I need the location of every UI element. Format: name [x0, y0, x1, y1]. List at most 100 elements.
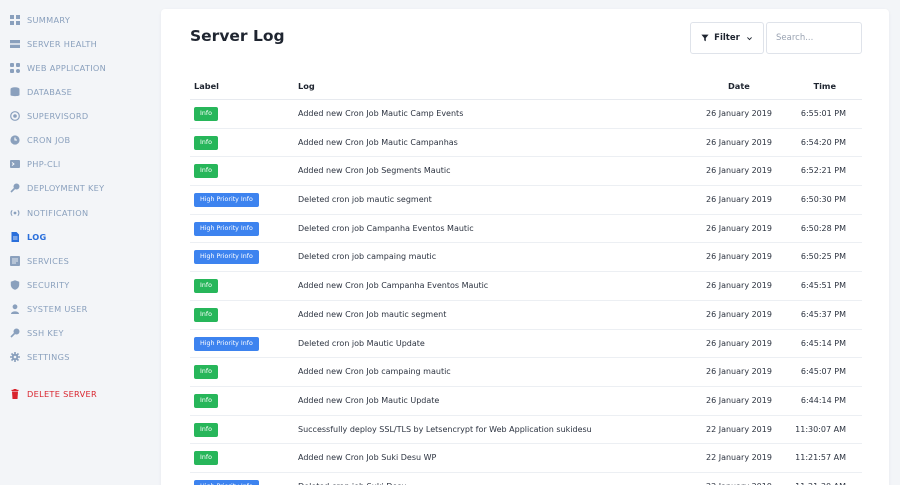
file-icon [10, 232, 20, 242]
filter-button[interactable]: Filter [690, 22, 764, 54]
sidebar-item-notification[interactable]: NOTIFICATION [10, 204, 88, 222]
target-icon [10, 111, 20, 121]
table-row[interactable]: High Priority Info Deleted cron job Campa… [190, 215, 862, 244]
table-row[interactable]: Info Added new Cron Job Mautic Camp Event… [190, 100, 862, 129]
sidebar-item-web-application[interactable]: WEB APPLICATION [10, 59, 106, 77]
status-badge: Info [194, 107, 218, 121]
column-header-label: Label [194, 81, 219, 91]
log-message: Added new Cron Job Mautic Campanhas [298, 137, 458, 147]
sidebar-item-settings[interactable]: SETTINGS [10, 348, 70, 366]
sidebar-item-label: SSH KEY [27, 328, 64, 338]
log-table: Label Log Date Time Info Added new Cron J… [190, 71, 862, 485]
table-row[interactable]: Info Added new Cron Job Mautic Campanhas 2… [190, 129, 862, 158]
log-time: 6:50:25 PM [800, 252, 846, 262]
table-row[interactable]: High Priority InfoDeleted cron job Suki … [190, 473, 862, 485]
table-row[interactable]: Info Successfully deploy SSL/TLS by Letse… [190, 416, 862, 445]
log-message: Added new Cron Job mautic segment [298, 309, 447, 319]
user-icon [10, 304, 20, 314]
sidebar-item-php-cli[interactable]: PHP-CLI [10, 155, 61, 173]
log-time: 6:45:07 PM [800, 367, 846, 377]
log-message: Added new Cron Job campaing mautic [298, 367, 451, 377]
log-message: Deleted cron job mautic segment [298, 195, 432, 205]
log-date: 26 January 2019 [706, 338, 772, 348]
column-header-date: Date [728, 81, 750, 91]
log-date: 26 January 2019 [706, 309, 772, 319]
sidebar-item-server-health[interactable]: SERVER HEALTH [10, 35, 97, 53]
status-badge: High Priority Info [194, 336, 259, 351]
sidebar-item-services[interactable]: SERVICES [10, 252, 69, 270]
table-body: Info Added new Cron Job Mautic Camp Event… [190, 100, 862, 485]
table-row[interactable]: Info Added new Cron Job Suki Desu WP 22 Ja… [190, 444, 862, 473]
log-message: Added new Cron Job Suki Desu WP [298, 453, 437, 463]
status-badge: Info [194, 451, 218, 466]
log-message: Added new Cron Job Mautic Update [298, 395, 440, 405]
log-message: Deleted cron job Campanha Eventos Mautic [298, 223, 474, 233]
table-header: Label Log Date Time [190, 71, 862, 100]
sidebar-item-label: SYSTEM USER [27, 304, 88, 314]
search-input[interactable] [766, 22, 862, 54]
log-time: 6:52:21 PM [800, 166, 846, 176]
log-message: Added new Cron Job Mautic Camp Events [298, 109, 464, 118]
table-row[interactable]: High Priority Info Deleted cron job Mauti… [190, 330, 862, 359]
log-message: Added new Cron Job Segments Mautic [298, 166, 451, 176]
status-badge: Info [194, 393, 218, 408]
table-row[interactable]: Info Added new Cron Job mautic segment 26 … [190, 301, 862, 330]
status-badge: Info [194, 279, 218, 294]
log-date: 26 January 2019 [706, 367, 772, 377]
status-badge: Info [194, 307, 218, 322]
log-time: 6:45:37 PM [800, 309, 846, 319]
sidebar-item-summary[interactable]: SUMMARY [10, 11, 70, 29]
sidebar-item-label: SERVER HEALTH [27, 39, 98, 49]
sidebar-item-label: SUMMARY [27, 15, 71, 25]
sidebar-item-label: CRON JOB [27, 135, 71, 145]
apps-icon [10, 63, 20, 73]
sidebar-item-deployment-key[interactable]: DEPLOYMENT KEY [10, 179, 104, 197]
log-time: 6:55:01 PM [800, 109, 846, 118]
filter-label: Filter [714, 33, 740, 43]
clock-icon [10, 135, 20, 145]
delete-server-button[interactable]: DELETE SERVER [10, 385, 97, 403]
funnel-icon [701, 34, 709, 42]
log-date: 26 January 2019 [706, 223, 772, 233]
column-header-log: Log [298, 81, 315, 91]
log-date: 26 January 2019 [706, 137, 772, 147]
log-time: 6:45:14 PM [800, 338, 846, 348]
sidebar-item-label: SETTINGS [27, 352, 70, 362]
log-time: 6:44:14 PM [800, 395, 846, 405]
table-row[interactable]: Info Added new Cron Job Mautic Update 26 J… [190, 387, 862, 416]
services-icon [10, 256, 20, 266]
sidebar-item-cron-job[interactable]: CRON JOB [10, 131, 70, 149]
status-badge: High Priority Info [194, 250, 259, 265]
log-time: 6:54:20 PM [800, 137, 846, 147]
sidebar-item-label: WEB APPLICATION [27, 63, 107, 73]
sidebar-item-database[interactable]: DATABASE [10, 83, 72, 101]
shield-icon [10, 280, 20, 290]
table-row[interactable]: Info Added new Cron Job campaing mautic 26… [190, 358, 862, 387]
log-message: Deleted cron job Mautic Update [298, 338, 425, 348]
terminal-icon [10, 159, 20, 169]
sidebar-item-log[interactable]: LOG [10, 228, 47, 246]
sidebar-item-ssh-key[interactable]: SSH KEY [10, 324, 64, 342]
table-row[interactable]: High Priority Info Deleted cron job mauti… [190, 186, 862, 215]
sidebar-item-security[interactable]: SECURITY [10, 276, 70, 294]
server-log-panel: Server Log Filter Label Log Date Time In… [161, 9, 889, 485]
log-date: 22 January 2019 [706, 453, 772, 463]
table-row[interactable]: Info Added new Cron Job Campanha Eventos … [190, 272, 862, 301]
table-row[interactable]: Info Added new Cron Job Segments Mautic 26… [190, 157, 862, 187]
sidebar-item-label: SUPERVISORD [27, 111, 89, 121]
sidebar-item-supervisord[interactable]: SUPERVISORD [10, 107, 89, 125]
status-badge: Info [194, 164, 218, 179]
broadcast-icon [10, 208, 20, 218]
sidebar-item-label: DATABASE [27, 87, 73, 97]
key-icon [10, 328, 20, 338]
chevron-down-icon [746, 36, 752, 40]
log-date: 26 January 2019 [706, 395, 772, 405]
sidebar-item-system-user[interactable]: SYSTEM USER [10, 300, 88, 318]
sidebar-item-label: SECURITY [27, 280, 70, 290]
log-message: Successfully deploy SSL/TLS by Letsencry… [298, 424, 592, 434]
log-date: 26 January 2019 [706, 109, 772, 118]
sidebar-item-label: DEPLOYMENT KEY [27, 183, 105, 193]
table-row[interactable]: High Priority Info Deleted cron job campa… [190, 243, 862, 273]
status-badge: Info [194, 422, 218, 437]
status-badge: High Priority Info [194, 221, 259, 236]
